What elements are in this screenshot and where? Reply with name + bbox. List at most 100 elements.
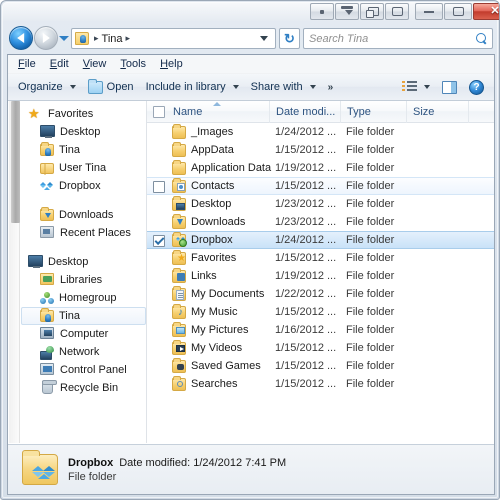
table-row[interactable]: My Documents 1/22/2012 ... File folder	[147, 285, 494, 303]
table-row[interactable]: Application Data 1/19/2012 ... File folder	[147, 159, 494, 177]
breadcrumb-item-tina[interactable]: Tina	[102, 33, 123, 45]
open-button[interactable]: Open	[82, 76, 140, 98]
sidebar-item-recent-places[interactable]: Recent Places	[22, 224, 146, 242]
table-row[interactable]: Desktop 1/23/2012 ... File folder	[147, 195, 494, 213]
refresh-button[interactable]: ↻	[279, 28, 300, 49]
file-name-cell[interactable]: Desktop	[172, 195, 231, 211]
sidebar-item-control-panel[interactable]: Control Panel	[22, 361, 146, 379]
menu-item-tools[interactable]: Tools	[120, 58, 146, 70]
table-row[interactable]: Links 1/19/2012 ... File folder	[147, 267, 494, 285]
dot-button[interactable]	[310, 3, 334, 20]
table-row[interactable]: My Videos 1/15/2012 ... File folder	[147, 339, 494, 357]
sidebar-item-computer[interactable]: Computer	[22, 325, 146, 343]
file-name-cell[interactable]: Links	[172, 267, 217, 283]
sidebar-item-label: Recent Places	[60, 227, 131, 239]
toolbar-overflow-button[interactable]: »	[322, 76, 340, 98]
table-row[interactable]: Contacts 1/15/2012 ... File folder	[147, 177, 494, 195]
file-name-cell[interactable]: My Videos	[172, 339, 242, 355]
nav-scrollbar-track[interactable]	[9, 101, 20, 443]
sidebar-item-dropbox[interactable]: Dropbox	[22, 177, 146, 195]
sidebar-item-desktop[interactable]: Desktop	[22, 253, 146, 271]
organize-label: Organize	[18, 81, 63, 93]
back-button[interactable]	[9, 26, 33, 50]
menu-item-edit[interactable]: Edit	[50, 58, 69, 70]
control-panel-icon	[40, 363, 55, 377]
share-with-button[interactable]: Share with	[245, 76, 322, 98]
sidebar-item-favorites[interactable]: ★ Favorites	[22, 105, 146, 123]
table-row[interactable]: Dropbox 1/24/2012 ... File folder	[147, 231, 494, 249]
help-button[interactable]: ?	[463, 76, 490, 98]
file-name-cell[interactable]: AppData	[172, 141, 234, 157]
table-row[interactable]: AppData 1/15/2012 ... File folder	[147, 141, 494, 159]
file-name-cell[interactable]: Contacts	[172, 177, 234, 193]
file-date-cell: 1/24/2012 ...	[275, 234, 337, 246]
column-header-name[interactable]: Name	[167, 101, 270, 123]
nav-scrollbar-thumb[interactable]	[11, 101, 20, 223]
sidebar-item-tina[interactable]: Tina	[21, 307, 146, 325]
folder-icon	[172, 141, 186, 157]
file-name-cell[interactable]: Searches	[172, 375, 237, 391]
table-row[interactable]: Searches 1/15/2012 ... File folder	[147, 375, 494, 393]
table-row[interactable]: Saved Games 1/15/2012 ... File folder	[147, 357, 494, 375]
column-header-size-label: Size	[413, 105, 435, 118]
file-name-label: Application Data	[191, 162, 272, 174]
organize-button[interactable]: Organize	[12, 76, 82, 98]
table-row[interactable]: ♪ My Music 1/15/2012 ... File folder	[147, 303, 494, 321]
sidebar-item-downloads[interactable]: Downloads	[22, 206, 146, 224]
column-header-type-label: Type	[347, 105, 371, 118]
row-checkbox[interactable]	[153, 181, 165, 193]
address-bar[interactable]: ▸ Tina ▸	[71, 28, 276, 49]
sidebar-item-homegroup[interactable]: Homegroup	[22, 289, 146, 307]
column-header-date[interactable]: Date modi...	[270, 101, 341, 123]
sidebar-item-tina[interactable]: Tina	[22, 141, 146, 159]
address-chevron-down-icon[interactable]	[260, 36, 268, 41]
sidebar-item-recycle-bin[interactable]: Recycle Bin	[22, 379, 146, 397]
breadcrumb-separator-icon[interactable]: ▸	[94, 33, 99, 44]
table-row[interactable]: My Pictures 1/16/2012 ... File folder	[147, 321, 494, 339]
select-all-checkbox[interactable]	[153, 105, 165, 118]
change-view-button[interactable]	[396, 76, 436, 98]
downloads-folder-icon	[172, 213, 186, 229]
split-panes: ★ Favorites Desktop Tina User Tina Dropbox Dow…	[8, 101, 494, 443]
close-button[interactable]: ✕	[473, 3, 499, 20]
file-name-cell[interactable]: _Images	[172, 123, 233, 139]
file-name-cell[interactable]: Downloads	[172, 213, 245, 229]
sidebar-item-desktop[interactable]: Desktop	[22, 123, 146, 141]
file-name-cell[interactable]: ♪ My Music	[172, 303, 237, 319]
rollup-button[interactable]	[335, 3, 359, 20]
sidebar-item-network[interactable]: Network	[22, 343, 146, 361]
sidebar-item-libraries[interactable]: Libraries	[22, 271, 146, 289]
column-header-size[interactable]: Size	[407, 101, 469, 123]
search-box[interactable]: Search Tina	[303, 28, 493, 49]
recent-pages-chevron-down-icon[interactable]	[59, 36, 69, 41]
file-name-cell[interactable]: ★ Favorites	[172, 249, 236, 265]
breadcrumb-separator-icon-2[interactable]: ▸	[126, 33, 131, 44]
search-input[interactable]: Search Tina	[309, 33, 368, 45]
table-row[interactable]: _Images 1/24/2012 ... File folder	[147, 123, 494, 141]
transparency-button[interactable]	[385, 3, 409, 20]
menu-item-help[interactable]: Help	[160, 58, 183, 70]
always-on-top-button[interactable]	[360, 3, 384, 20]
column-header-type[interactable]: Type	[341, 101, 407, 123]
file-name-cell[interactable]: Dropbox	[172, 231, 233, 247]
menu-item-view[interactable]: View	[83, 58, 107, 70]
sidebar-item-user-tina[interactable]: User Tina	[22, 159, 146, 177]
forward-button[interactable]	[34, 26, 58, 50]
minimize-button[interactable]	[415, 3, 443, 20]
libraries-icon	[40, 273, 55, 287]
file-name-cell[interactable]: My Pictures	[172, 321, 248, 337]
favorites-folder-icon: ★	[172, 249, 186, 265]
file-name-cell[interactable]: My Documents	[172, 285, 264, 301]
table-row[interactable]: ★ Favorites 1/15/2012 ... File folder	[147, 249, 494, 267]
maximize-button[interactable]	[444, 3, 472, 20]
menu-item-file[interactable]: File	[18, 58, 36, 70]
file-date-cell: 1/15/2012 ...	[275, 144, 337, 156]
include-in-library-button[interactable]: Include in library	[140, 76, 245, 98]
file-name-cell[interactable]: Application Data	[172, 159, 272, 175]
searches-folder-icon	[172, 375, 186, 391]
preview-pane-button[interactable]	[436, 76, 463, 98]
file-name-cell[interactable]: Saved Games	[172, 357, 261, 373]
back-arrow-icon	[17, 33, 25, 43]
table-row[interactable]: Downloads 1/23/2012 ... File folder	[147, 213, 494, 231]
row-checkbox[interactable]	[153, 234, 165, 247]
